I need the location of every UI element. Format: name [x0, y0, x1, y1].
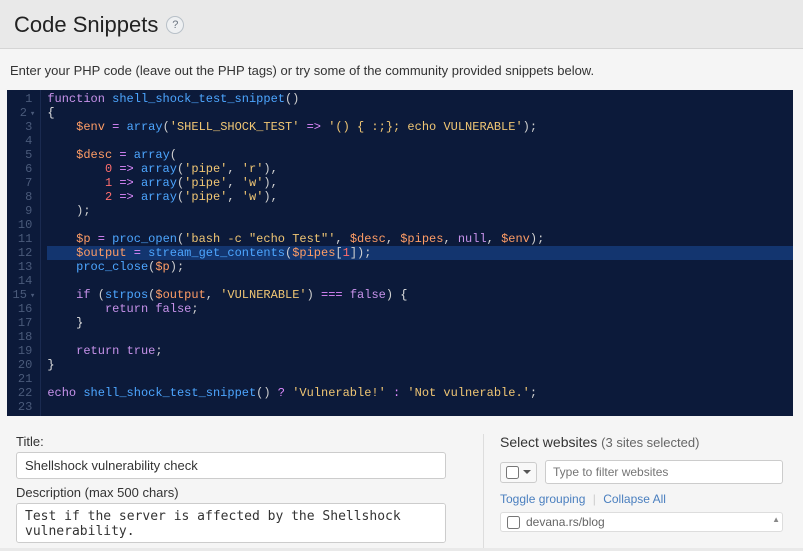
- code-line[interactable]: [47, 400, 792, 414]
- code-line[interactable]: );: [47, 204, 792, 218]
- line-number: 21: [13, 372, 33, 386]
- select-websites-label: Select websites: [500, 434, 597, 450]
- site-row-label: devana.rs/blog: [526, 515, 605, 529]
- website-action-links: Toggle grouping | Collapse All: [500, 492, 783, 506]
- line-number: 22: [13, 386, 33, 400]
- code-line[interactable]: [47, 218, 792, 232]
- editor-gutter: 12▾3456789101112131415▾1617181920212223: [7, 90, 42, 416]
- code-line[interactable]: echo shell_shock_test_snippet() ? 'Vulne…: [47, 386, 792, 400]
- code-line[interactable]: $desc = array(: [47, 148, 792, 162]
- line-number: 2▾: [13, 106, 33, 120]
- line-number: 18: [13, 330, 33, 344]
- content-area: Enter your PHP code (leave out the PHP t…: [0, 48, 803, 548]
- sites-selected-count: (3 sites selected): [601, 435, 699, 450]
- line-number: 14: [13, 274, 33, 288]
- line-number: 15▾: [13, 288, 33, 302]
- line-number: 23: [13, 400, 33, 414]
- line-number: 20: [13, 358, 33, 372]
- line-number: 6: [13, 162, 33, 176]
- code-line[interactable]: $output = stream_get_contents($pipes[1])…: [47, 246, 792, 260]
- description-label: Description (max 500 chars): [16, 485, 465, 500]
- filter-websites-input[interactable]: [545, 460, 783, 484]
- page-header: Code Snippets ?: [0, 0, 803, 48]
- website-list[interactable]: devana.rs/blog ▲: [500, 512, 783, 532]
- site-row-checkbox[interactable]: [507, 516, 520, 529]
- line-number: 1: [13, 92, 33, 106]
- code-line[interactable]: return true;: [47, 344, 792, 358]
- editor-code[interactable]: function shell_shock_test_snippet(){ $en…: [41, 90, 792, 416]
- form-column: Title: Description (max 500 chars): [16, 434, 465, 548]
- description-input[interactable]: [16, 503, 446, 543]
- line-number: 17: [13, 316, 33, 330]
- line-number: 10: [13, 218, 33, 232]
- page-title: Code Snippets: [14, 12, 158, 38]
- toggle-grouping-link[interactable]: Toggle grouping: [500, 492, 585, 506]
- scroll-up-icon[interactable]: ▲: [772, 515, 780, 524]
- collapse-all-link[interactable]: Collapse All: [603, 492, 666, 506]
- code-line[interactable]: if (strpos($output, 'VULNERABLE') === fa…: [47, 288, 792, 302]
- code-line[interactable]: }: [47, 358, 792, 372]
- chevron-down-icon: [523, 470, 531, 474]
- code-line[interactable]: $env = array('SHELL_SHOCK_TEST' => '() {…: [47, 120, 792, 134]
- line-number: 9: [13, 204, 33, 218]
- line-number: 8: [13, 190, 33, 204]
- select-all-checkbox[interactable]: [506, 466, 519, 479]
- code-line[interactable]: }: [47, 316, 792, 330]
- line-number: 13: [13, 260, 33, 274]
- line-number: 11: [13, 232, 33, 246]
- code-line[interactable]: proc_close($p);: [47, 260, 792, 274]
- bottom-panel: Title: Description (max 500 chars) Selec…: [6, 416, 793, 548]
- line-number: 19: [13, 344, 33, 358]
- title-input[interactable]: [16, 452, 446, 479]
- title-label: Title:: [16, 434, 465, 449]
- code-line[interactable]: {: [47, 106, 792, 120]
- line-number: 16: [13, 302, 33, 316]
- link-divider: |: [593, 492, 596, 506]
- code-line[interactable]: 0 => array('pipe', 'r'),: [47, 162, 792, 176]
- code-line[interactable]: $p = proc_open('bash -c "echo Test"', $d…: [47, 232, 792, 246]
- line-number: 4: [13, 134, 33, 148]
- line-number: 5: [13, 148, 33, 162]
- code-line[interactable]: [47, 372, 792, 386]
- code-line[interactable]: [47, 274, 792, 288]
- intro-text: Enter your PHP code (leave out the PHP t…: [6, 63, 793, 90]
- websites-column: Select websites (3 sites selected) Toggl…: [483, 434, 783, 548]
- select-websites-heading: Select websites (3 sites selected): [500, 434, 783, 460]
- code-line[interactable]: 2 => array('pipe', 'w'),: [47, 190, 792, 204]
- select-all-dropdown[interactable]: [500, 462, 537, 483]
- code-editor[interactable]: 12▾3456789101112131415▾1617181920212223 …: [7, 90, 793, 416]
- line-number: 3: [13, 120, 33, 134]
- code-line[interactable]: [47, 330, 792, 344]
- code-line[interactable]: function shell_shock_test_snippet(): [47, 92, 792, 106]
- code-line[interactable]: return false;: [47, 302, 792, 316]
- line-number: 12: [13, 246, 33, 260]
- code-line[interactable]: [47, 134, 792, 148]
- help-icon[interactable]: ?: [166, 16, 184, 34]
- line-number: 7: [13, 176, 33, 190]
- code-line[interactable]: 1 => array('pipe', 'w'),: [47, 176, 792, 190]
